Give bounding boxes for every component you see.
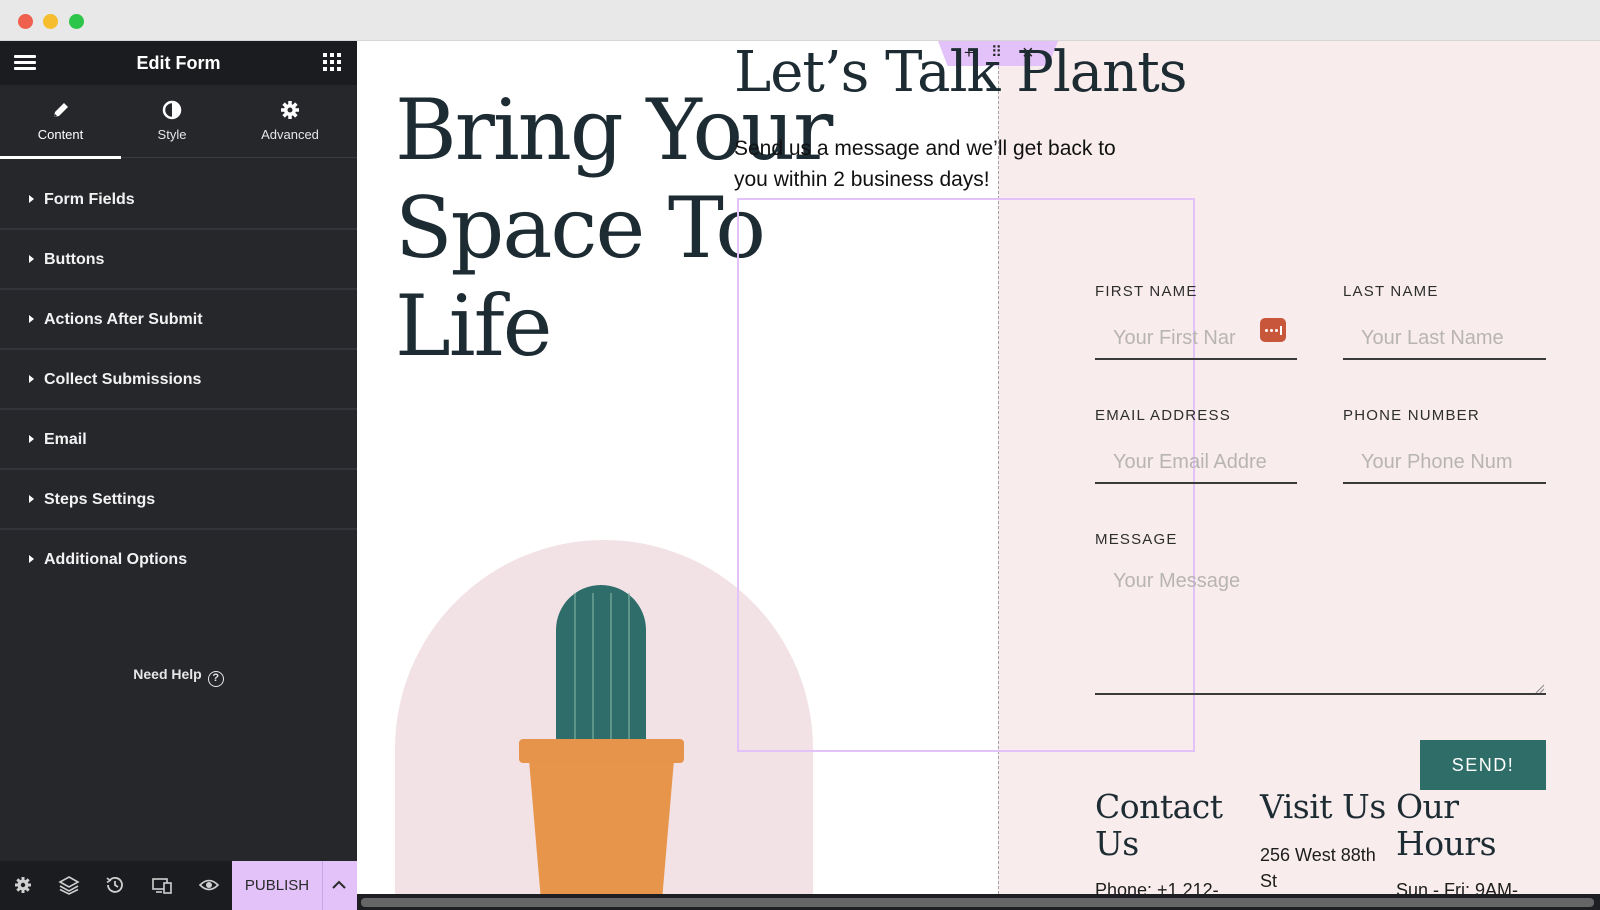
contact-heading: Contact Us bbox=[1095, 787, 1223, 863]
section-label: Steps Settings bbox=[44, 491, 156, 508]
window-close-button[interactable] bbox=[18, 14, 33, 29]
section-collect-submissions[interactable]: Collect Submissions bbox=[0, 350, 357, 410]
tab-label: Content bbox=[37, 127, 84, 142]
form-subtitle: Send us a message and we’ll get back to … bbox=[734, 137, 1116, 191]
section-label: Additional Options bbox=[44, 551, 188, 568]
history-icon[interactable] bbox=[104, 874, 126, 896]
preview-eye-icon[interactable] bbox=[198, 874, 220, 896]
send-button[interactable]: SEND! bbox=[1420, 740, 1546, 790]
caret-right-icon bbox=[29, 375, 34, 383]
need-help-link[interactable]: Need Help? bbox=[0, 666, 357, 687]
layers-icon[interactable] bbox=[58, 874, 80, 896]
window-titlebar bbox=[0, 0, 1600, 41]
caret-right-icon bbox=[29, 195, 34, 203]
panel-sections: Form Fields Buttons Actions After Submit… bbox=[0, 170, 357, 590]
panel-title: Edit Form bbox=[136, 53, 221, 73]
cactus-shape bbox=[556, 585, 646, 755]
panel-footer: PUBLISH bbox=[0, 861, 357, 910]
contrast-icon bbox=[162, 100, 182, 120]
form-title: Let’s Talk Plants bbox=[734, 40, 1187, 105]
pencil-icon bbox=[53, 103, 68, 117]
section-label: Form Fields bbox=[44, 191, 135, 208]
section-form-fields[interactable]: Form Fields bbox=[0, 170, 357, 230]
hours-heading: Our Hours bbox=[1396, 787, 1497, 863]
message-label: MESSAGE bbox=[1095, 531, 1178, 548]
section-label: Buttons bbox=[44, 251, 105, 268]
responsive-icon[interactable] bbox=[151, 874, 173, 896]
section-label: Actions After Submit bbox=[44, 311, 203, 328]
tab-content[interactable]: Content bbox=[0, 85, 121, 159]
email-label: EMAIL ADDRESS bbox=[1095, 407, 1231, 424]
window-maximize-button[interactable] bbox=[69, 14, 84, 29]
section-additional-options[interactable]: Additional Options bbox=[0, 530, 357, 590]
panel-tabs: Content Style Advanced bbox=[0, 85, 357, 159]
tab-label: Advanced bbox=[261, 127, 319, 142]
last-name-label: LAST NAME bbox=[1343, 283, 1439, 300]
horizontal-scrollbar[interactable] bbox=[357, 894, 1600, 910]
section-buttons[interactable]: Buttons bbox=[0, 230, 357, 290]
resize-handle-icon[interactable] bbox=[1535, 684, 1545, 694]
widgets-grid-icon[interactable] bbox=[323, 53, 341, 71]
first-name-label: FIRST NAME bbox=[1095, 283, 1198, 300]
editor-panel: Edit Form Content Style Advanced Form Fi… bbox=[0, 41, 357, 910]
publish-label: PUBLISH bbox=[244, 877, 310, 894]
tab-advanced[interactable]: Advanced bbox=[223, 85, 357, 158]
caret-right-icon bbox=[29, 495, 34, 503]
gear-icon bbox=[281, 101, 299, 119]
email-input[interactable]: Your Email Addre bbox=[1095, 440, 1297, 484]
section-label: Email bbox=[44, 431, 87, 448]
caret-right-icon bbox=[29, 435, 34, 443]
section-label: Collect Submissions bbox=[44, 371, 202, 388]
caret-right-icon bbox=[29, 555, 34, 563]
tab-label: Style bbox=[157, 127, 187, 142]
section-email[interactable]: Email bbox=[0, 410, 357, 470]
caret-right-icon bbox=[29, 255, 34, 263]
password-manager-badge[interactable] bbox=[1260, 318, 1286, 342]
help-circle-icon: ? bbox=[207, 671, 224, 687]
pot-shape bbox=[529, 760, 674, 894]
scrollbar-thumb[interactable] bbox=[361, 898, 1594, 907]
publish-button[interactable]: PUBLISH bbox=[232, 861, 357, 910]
last-name-input[interactable]: Your Last Name bbox=[1343, 316, 1546, 360]
visit-text: 256 West 88th St bbox=[1260, 845, 1376, 891]
phone-label: PHONE NUMBER bbox=[1343, 407, 1480, 424]
section-actions-after-submit[interactable]: Actions After Submit bbox=[0, 290, 357, 350]
publish-divider bbox=[322, 861, 323, 910]
visit-heading: Visit Us bbox=[1260, 787, 1386, 826]
caret-right-icon bbox=[29, 315, 34, 323]
phone-input[interactable]: Your Phone Num bbox=[1343, 440, 1546, 484]
panel-header: Edit Form bbox=[0, 41, 357, 85]
settings-icon[interactable] bbox=[12, 874, 34, 896]
chevron-up-icon[interactable] bbox=[331, 878, 347, 892]
tab-style[interactable]: Style bbox=[121, 85, 223, 158]
pot-rim bbox=[519, 739, 684, 763]
need-help-label: Need Help bbox=[133, 666, 202, 682]
message-textarea[interactable]: Your Message bbox=[1095, 560, 1546, 695]
section-steps-settings[interactable]: Steps Settings bbox=[0, 470, 357, 530]
window-minimize-button[interactable] bbox=[43, 14, 58, 29]
